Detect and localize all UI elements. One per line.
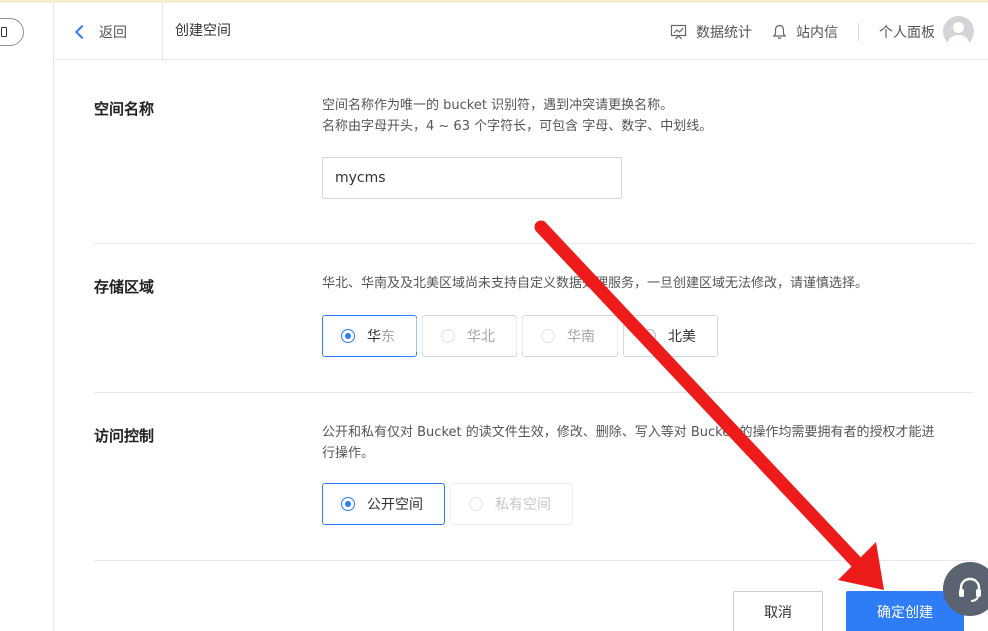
section-divider bbox=[94, 392, 974, 393]
storage-region-description: 华北、华南及及北美区域尚未支持自定义数据处理服务，一旦创建区域无法修改，请谨慎选… bbox=[322, 276, 869, 291]
radio-selected-icon bbox=[341, 329, 355, 343]
region-option-label: 华东 bbox=[367, 329, 395, 345]
bucket-name-desc-line1: 空间名称作为唯一的 bucket 识别符，遇到冲突请更换名称。 bbox=[322, 98, 674, 113]
messages-link[interactable]: 站内信 bbox=[772, 22, 838, 42]
stats-label: 数据统计 bbox=[696, 24, 752, 41]
region-option-north-america[interactable]: 北美 bbox=[623, 315, 718, 357]
headset-icon bbox=[959, 577, 981, 602]
radio-icon bbox=[441, 329, 455, 343]
access-control-title: 访问控制 bbox=[94, 427, 155, 445]
bucket-name-title: 空间名称 bbox=[94, 100, 155, 118]
stats-chart-icon bbox=[670, 24, 687, 39]
access-desc-line2: 行操作。 bbox=[322, 446, 375, 461]
personal-panel-link[interactable]: 个人面板 bbox=[879, 16, 988, 47]
section-divider bbox=[94, 243, 974, 244]
storage-region-title: 存储区域 bbox=[94, 278, 155, 296]
access-desc-line1: 公开和私有仅对 Bucket 的读文件生效，修改、删除、写入等对 Bucket … bbox=[322, 425, 935, 440]
toggle-icon bbox=[1, 27, 7, 37]
region-option-label: 华北 bbox=[467, 329, 495, 345]
cancel-button[interactable]: 取消 bbox=[733, 591, 823, 631]
chevron-left-icon bbox=[74, 24, 90, 40]
bucket-name-description: 空间名称作为唯一的 bucket 识别符，遇到冲突请更换名称。 名称由字母开头，… bbox=[322, 95, 977, 137]
radio-icon bbox=[541, 329, 555, 343]
back-button[interactable]: 返回 bbox=[74, 3, 127, 60]
sidebar-toggle-button[interactable] bbox=[0, 18, 24, 46]
radio-selected-icon bbox=[341, 497, 355, 511]
access-control-description: 公开和私有仅对 Bucket 的读文件生效，修改、删除、写入等对 Bucket … bbox=[322, 422, 977, 464]
section-divider bbox=[94, 560, 974, 561]
header-divider bbox=[162, 3, 163, 60]
header-separator bbox=[858, 22, 859, 41]
left-sidebar bbox=[0, 3, 54, 631]
access-option-private[interactable]: 私有空间 bbox=[450, 483, 573, 525]
access-option-public[interactable]: 公开空间 bbox=[322, 483, 445, 525]
region-option-label: 北美 bbox=[668, 329, 696, 345]
avatar-icon[interactable] bbox=[943, 16, 974, 47]
breadcrumb: 创建空间 bbox=[175, 23, 231, 39]
personal-panel-label: 个人面板 bbox=[879, 24, 935, 41]
region-option-north[interactable]: 华北 bbox=[422, 315, 517, 357]
radio-icon bbox=[642, 329, 656, 343]
header-actions: 数据统计 站内信 个人面板 bbox=[670, 3, 988, 60]
access-option-label: 公开空间 bbox=[367, 497, 423, 513]
bucket-name-desc-line2: 名称由字母开头，4 ~ 63 个字符长，可包含 字母、数字、中划线。 bbox=[322, 119, 713, 134]
radio-disabled-icon bbox=[469, 497, 483, 511]
region-option-label: 华南 bbox=[567, 329, 595, 345]
region-option-south[interactable]: 华南 bbox=[522, 315, 618, 357]
customer-support-button[interactable] bbox=[943, 562, 988, 616]
access-option-label: 私有空间 bbox=[495, 497, 551, 513]
top-header: 返回 创建空间 数据统计 站内信 个人面板 bbox=[55, 3, 988, 60]
messages-label: 站内信 bbox=[796, 24, 838, 41]
bell-icon bbox=[772, 24, 787, 39]
back-label: 返回 bbox=[99, 24, 127, 41]
region-option-east[interactable]: 华东 bbox=[322, 315, 417, 357]
stats-link[interactable]: 数据统计 bbox=[670, 22, 752, 42]
bucket-name-input[interactable] bbox=[322, 157, 622, 199]
